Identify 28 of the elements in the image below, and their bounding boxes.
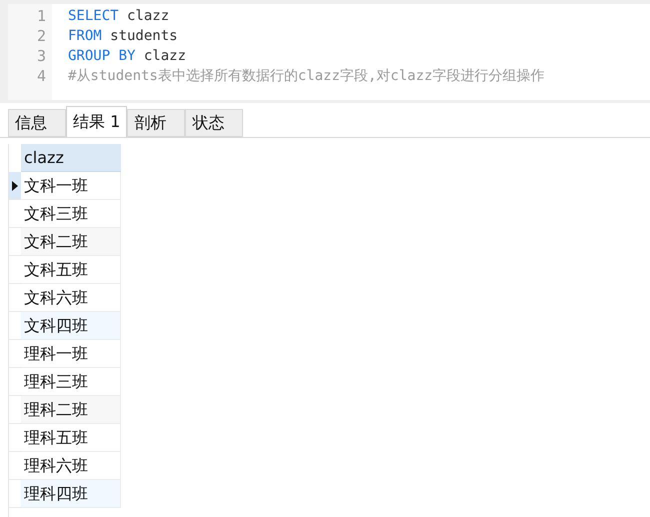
column-header[interactable]: clazz <box>21 144 121 172</box>
tab[interactable]: 信息 <box>8 109 66 137</box>
tab[interactable]: 结果 1 <box>66 106 128 137</box>
row-pointer-icon <box>12 180 18 190</box>
line-number: 1 <box>36 6 47 26</box>
table-cell: 文科三班 <box>21 200 121 228</box>
code-line: FROM students <box>68 27 179 46</box>
table-cell: 理科二班 <box>21 396 121 424</box>
table-cell: 文科六班 <box>21 284 121 312</box>
table-cell: 文科五班 <box>21 256 121 284</box>
table-cell: 理科五班 <box>21 424 121 452</box>
tab[interactable]: 状态 <box>185 109 244 137</box>
table-cell: 理科三班 <box>21 368 121 396</box>
code-line: GROUP BY clazz <box>68 47 188 66</box>
table-cell: 文科一班 <box>21 172 121 200</box>
table-cell: 理科一班 <box>21 340 121 368</box>
row-indicator[interactable] <box>9 172 21 200</box>
line-number: 3 <box>36 46 47 66</box>
line-number: 2 <box>36 26 47 46</box>
code-line: #从students表中选择所有数据行的clazz字段,对clazz字段进行分组操作 <box>68 67 546 86</box>
table-cell: 理科四班 <box>21 480 121 508</box>
code-editor[interactable]: 1 2 3 4 SELECT clazz FROM students GROUP BY clazz #从students表中选择所有数据行的clazz字段,对clazz字段进行分组操作 <box>0 0 650 103</box>
table-cell: 理科六班 <box>21 452 121 480</box>
table-cell: 文科四班 <box>21 312 121 340</box>
table-cell: 文科二班 <box>21 228 121 256</box>
code-line: SELECT clazz <box>68 7 170 26</box>
tab[interactable]: 剖析 <box>127 109 186 137</box>
line-number: 4 <box>36 66 47 86</box>
